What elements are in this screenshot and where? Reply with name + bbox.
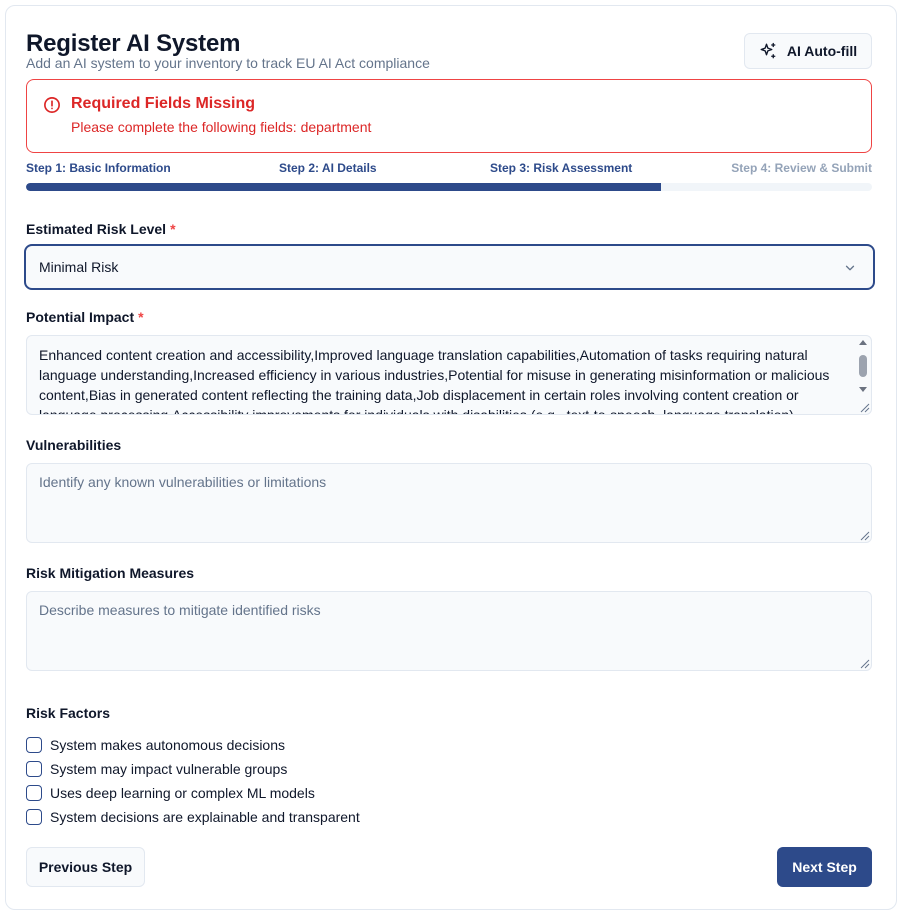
step-ai-details: Step 2: AI Details (279, 161, 377, 175)
risk-factor-deep-learning[interactable]: Uses deep learning or complex ML models (26, 781, 360, 805)
scroll-up-arrow-icon[interactable] (859, 340, 867, 345)
page-title: Register AI System (26, 30, 241, 57)
alert-title: Required Fields Missing (71, 95, 256, 112)
alert-circle-icon (44, 97, 60, 113)
resize-handle-icon[interactable] (858, 657, 870, 669)
next-step-button[interactable]: Next Step (777, 847, 872, 887)
required-asterisk: * (138, 309, 144, 325)
vulnerabilities-placeholder: Identify any known vulnerabilities or li… (39, 474, 327, 490)
step-review-submit: Step 4: Review & Submit (731, 161, 872, 175)
mitigation-label: Risk Mitigation Measures (26, 565, 195, 581)
step-basic-information: Step 1: Basic Information (26, 161, 171, 175)
risk-factors-label: Risk Factors (26, 705, 111, 721)
risk-level-value: Minimal Risk (39, 259, 119, 275)
required-fields-alert: Required Fields Missing Please complete … (26, 79, 872, 153)
ai-autofill-button[interactable]: AI Auto-fill (744, 33, 872, 69)
risk-factor-label: System may impact vulnerable groups (50, 761, 288, 777)
alert-message: Please complete the following fields: de… (71, 119, 372, 135)
risk-factor-label: System makes autonomous decisions (50, 737, 285, 753)
risk-factor-explainable[interactable]: System decisions are explainable and tra… (26, 805, 360, 829)
risk-factor-vulnerable-groups[interactable]: System may impact vulnerable groups (26, 757, 360, 781)
step-indicator: Step 1: Basic Information Step 2: AI Det… (26, 161, 872, 175)
checkbox[interactable] (26, 785, 42, 801)
previous-step-button[interactable]: Previous Step (26, 847, 145, 887)
step-progress-fill (26, 183, 661, 191)
vulnerabilities-label: Vulnerabilities (26, 437, 122, 453)
risk-level-label: Estimated Risk Level * (26, 221, 176, 237)
scroll-down-arrow-icon[interactable] (859, 387, 867, 392)
resize-handle-icon[interactable] (858, 529, 870, 541)
required-asterisk: * (170, 221, 176, 237)
sparkles-icon (760, 42, 776, 59)
vulnerabilities-textarea[interactable]: Identify any known vulnerabilities or li… (26, 463, 872, 543)
risk-factor-label: Uses deep learning or complex ML models (50, 785, 315, 801)
mitigation-textarea[interactable]: Describe measures to mitigate identified… (26, 591, 872, 671)
risk-factor-autonomous[interactable]: System makes autonomous decisions (26, 733, 360, 757)
step-risk-assessment: Step 3: Risk Assessment (490, 161, 633, 175)
risk-factors-list: System makes autonomous decisions System… (26, 733, 360, 829)
mitigation-placeholder: Describe measures to mitigate identified… (39, 602, 321, 618)
checkbox[interactable] (26, 761, 42, 777)
checkbox[interactable] (26, 809, 42, 825)
ai-autofill-label: AI Auto-fill (786, 43, 858, 59)
potential-impact-textarea[interactable]: Enhanced content creation and accessibil… (26, 335, 872, 415)
risk-factor-label: System decisions are explainable and tra… (50, 809, 360, 825)
checkbox[interactable] (26, 737, 42, 753)
potential-impact-text: Enhanced content creation and accessibil… (39, 347, 830, 415)
potential-impact-label: Potential Impact * (26, 309, 144, 325)
scrollbar-thumb[interactable] (859, 355, 867, 377)
page-subtitle: Add an AI system to your inventory to tr… (26, 55, 430, 71)
risk-level-select[interactable]: Minimal Risk (24, 244, 875, 290)
chevron-down-icon (845, 265, 855, 271)
step-progress-bar (26, 183, 872, 191)
resize-handle-icon[interactable] (858, 401, 870, 413)
